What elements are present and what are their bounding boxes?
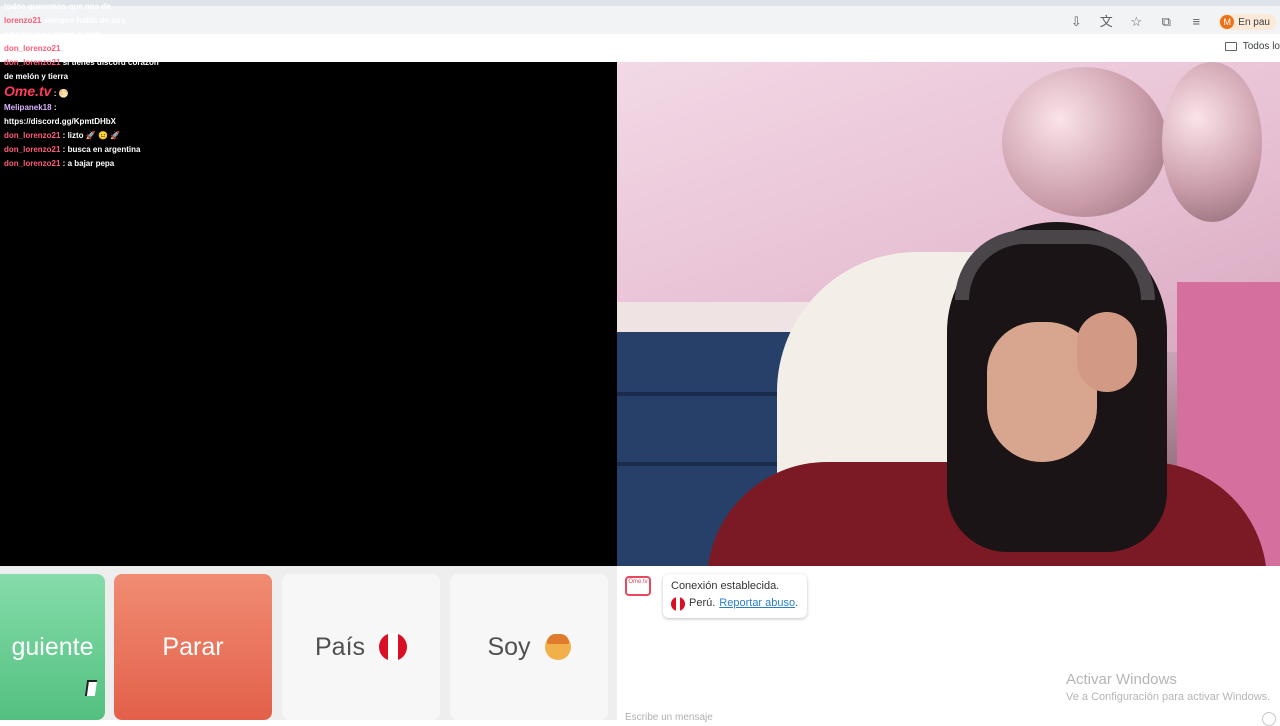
toolbar-actions: ⇩ 文 ☆ ⧉ ≡ M En pau xyxy=(1068,14,1280,30)
balloon-shape xyxy=(1162,62,1262,222)
status-text: Conexión establecida. xyxy=(671,580,780,592)
chat-line: Melipanek18 : xyxy=(4,103,57,112)
chat-line: don_lorenzo21 : lizto 🚀 😐 🚀 xyxy=(4,131,121,140)
country-button[interactable]: País xyxy=(282,574,440,720)
report-abuse-link[interactable]: Reportar abuso xyxy=(719,597,795,609)
chat-line: todos queremos que nos de xyxy=(4,2,111,11)
country-name: Perú. xyxy=(689,597,716,609)
message-input[interactable]: Escribe un mensaje xyxy=(625,712,713,723)
translate-icon[interactable]: 文 xyxy=(1098,14,1114,30)
chat-line: https://discord.gg/KpmtDHbX xyxy=(4,115,304,129)
profile-label: En pau xyxy=(1238,16,1270,28)
stop-label: Parar xyxy=(162,632,224,661)
install-icon[interactable]: ⇩ xyxy=(1068,14,1084,30)
chat-panel: Ome tv Conexión establecida. Perú. Repor… xyxy=(617,566,1280,726)
chat-line: lorenzo21 siempre habla de sus xyxy=(4,16,125,25)
chat-line: wbadas y no juega a nada xyxy=(4,30,103,39)
system-message: Conexión establecida. Perú. Reportar abu… xyxy=(663,574,807,618)
watermark-title: Activar Windows xyxy=(1066,671,1177,688)
chat-line: don_lorenzo21 : a bajar pepa xyxy=(4,159,115,168)
extensions-icon[interactable]: ⧉ xyxy=(1158,14,1174,30)
chat-line: de melón y tierra xyxy=(4,72,69,81)
site-logo[interactable]: Ome.tv xyxy=(4,83,51,99)
remote-video xyxy=(617,62,1280,566)
chat-line: Ome.tv : 🌕 xyxy=(4,83,69,99)
stop-button[interactable]: Parar xyxy=(114,574,272,720)
profile-button[interactable]: M En pau xyxy=(1218,14,1276,30)
peru-flag-icon xyxy=(379,633,407,661)
chat-line: don_lorenzo21 si tienes discord corazon xyxy=(4,58,159,67)
windows-activation-watermark: Activar Windows Ve a Configuración para … xyxy=(1066,670,1270,704)
watermark-subtitle: Ve a Configuración para activar Windows. xyxy=(1066,691,1271,703)
star-icon[interactable]: ☆ xyxy=(1128,14,1144,30)
gender-label: Soy xyxy=(487,632,531,661)
chat-overlay: todos queremos que nos de lorenzo21 siem… xyxy=(4,0,304,171)
boy-face-icon xyxy=(544,634,571,660)
avatar: M xyxy=(1220,15,1235,29)
next-label: guiente xyxy=(11,632,94,661)
gender-button[interactable]: Soy xyxy=(450,574,608,720)
chat-line: don_lorenzo21 : busca en argentina xyxy=(4,145,141,154)
balloon-shape xyxy=(1002,67,1167,217)
ometv-bot-icon: Ome tv xyxy=(625,576,651,596)
media-icon[interactable]: ≡ xyxy=(1188,14,1204,30)
control-bar: guiente Parar País Soy xyxy=(0,566,617,720)
hand-shape xyxy=(1077,312,1137,392)
emoji-icon[interactable] xyxy=(1262,712,1276,726)
peru-flag-icon xyxy=(671,596,685,611)
country-line: Perú. Reportar abuso. xyxy=(671,595,799,612)
chat-line: don_lorenzo21 a eso. tienes de xyxy=(4,44,123,53)
discord-link[interactable]: https://discord.gg/KpmtDHbX xyxy=(4,117,116,126)
folder-icon xyxy=(1224,42,1237,51)
country-label: País xyxy=(314,632,366,661)
next-button[interactable]: guiente xyxy=(0,574,105,720)
all-bookmarks-label: Todos lo xyxy=(1242,41,1280,52)
all-bookmarks[interactable]: Todos lo xyxy=(1224,41,1280,52)
